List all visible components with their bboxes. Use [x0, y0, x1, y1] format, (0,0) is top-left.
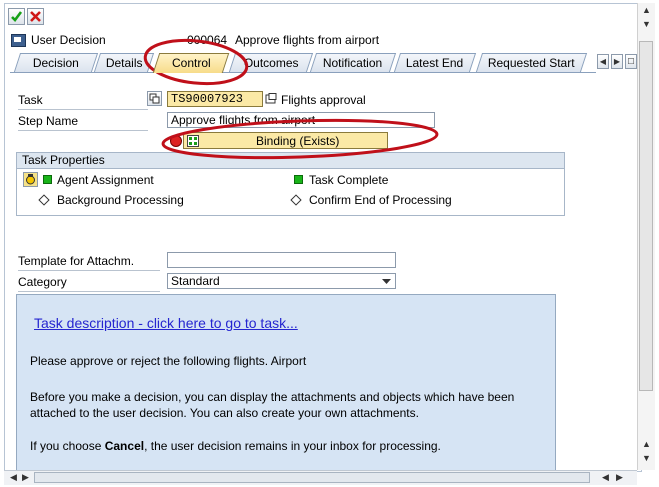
- description-text-1: Please approve or reject the following f…: [30, 354, 307, 368]
- vertical-scroll-thumb[interactable]: [639, 41, 653, 391]
- task-select-button[interactable]: [147, 91, 162, 106]
- background-processing-label: Background Processing: [57, 193, 184, 207]
- tab-decision[interactable]: Decision: [13, 53, 99, 72]
- task-id-field[interactable]: TS90007923: [167, 91, 263, 107]
- template-input[interactable]: [167, 252, 396, 268]
- task-complete-status-icon: [294, 175, 303, 184]
- step-type-label: User Decision: [31, 33, 106, 47]
- step-name-label: Step Name: [18, 114, 79, 128]
- tab-outcomes[interactable]: Outcomes: [228, 53, 314, 72]
- binding-button[interactable]: Binding (Exists): [183, 132, 388, 149]
- task-properties-title: Task Properties: [17, 153, 564, 169]
- task-display-icon[interactable]: [265, 93, 277, 105]
- tab-scroll-left-button[interactable]: ◀: [597, 54, 609, 69]
- category-value: Standard: [171, 274, 220, 288]
- template-label: Template for Attachm.: [18, 254, 135, 268]
- tab-scroll-right-button[interactable]: ▶: [611, 54, 623, 69]
- step-number: 000064: [187, 33, 228, 47]
- task-properties-group: Task Properties Agent Assignment Task Co…: [16, 152, 565, 216]
- agent-assignment-status-icon: [43, 175, 52, 184]
- confirm-end-label: Confirm End of Processing: [309, 193, 452, 207]
- binding-label: Binding (Exists): [256, 134, 340, 148]
- step-name-input[interactable]: Approve flights from airport: [167, 112, 435, 128]
- cancel-x-icon: [30, 11, 41, 22]
- category-label: Category: [18, 275, 67, 289]
- binding-table-icon: [187, 135, 199, 147]
- task-label-underline: [18, 109, 148, 110]
- category-underline: [18, 291, 160, 292]
- description-text-2b: attached to the user decision. You can a…: [30, 406, 419, 420]
- tab-details[interactable]: Details: [93, 53, 155, 72]
- category-select[interactable]: Standard: [167, 273, 396, 289]
- workflow-step-editor: User Decision 000064 Approve flights fro…: [4, 3, 642, 472]
- scroll-up-icon[interactable]: ▲: [642, 5, 651, 15]
- tab-baseline: [10, 72, 596, 73]
- cancel-button[interactable]: [27, 8, 44, 25]
- scroll-right-small-icon[interactable]: ▶: [22, 472, 29, 483]
- tab-latest-end[interactable]: Latest End: [393, 53, 477, 72]
- tab-list-button[interactable]: ☐: [625, 54, 637, 69]
- task-description-link[interactable]: Task description - click here to go to t…: [34, 315, 298, 331]
- step-name-underline: [18, 130, 148, 131]
- agent-assignment-button[interactable]: [23, 172, 38, 187]
- scroll-left-end-icon[interactable]: ◀: [602, 472, 609, 483]
- task-description: Flights approval: [281, 93, 366, 107]
- user-decision-icon: [11, 34, 26, 47]
- task-label: Task: [18, 93, 43, 107]
- agent-assignment-label: Agent Assignment: [57, 173, 154, 187]
- agent-icon: [26, 174, 35, 185]
- chevron-down-icon: [382, 279, 391, 284]
- task-description-panel: Task description - click here to go to t…: [16, 294, 556, 471]
- horizontal-scroll-thumb[interactable]: [34, 472, 590, 483]
- template-underline: [18, 270, 160, 271]
- confirm-end-icon: [290, 194, 302, 206]
- scroll-up-bottom-icon[interactable]: ▲: [642, 439, 651, 449]
- scroll-down-small-icon[interactable]: ▼: [642, 19, 651, 29]
- vertical-scrollbar[interactable]: ▲ ▼ ▲ ▼: [637, 3, 655, 470]
- checkmark-icon: [11, 11, 23, 22]
- tab-control[interactable]: Control: [152, 53, 230, 73]
- tab-notification[interactable]: Notification: [309, 53, 397, 72]
- step-title: Approve flights from airport: [235, 33, 380, 47]
- tab-requested-start[interactable]: Requested Start: [475, 53, 588, 72]
- task-complete-label: Task Complete: [309, 173, 389, 187]
- horizontal-scrollbar[interactable]: ◀ ▶ ◀ ▶: [4, 470, 637, 485]
- status-red-icon: [170, 135, 182, 147]
- description-text-3: If you choose Cancel, the user decision …: [30, 439, 441, 453]
- confirm-button[interactable]: [8, 8, 25, 25]
- description-text-2a: Before you make a decision, you can disp…: [30, 390, 515, 404]
- scroll-left-icon[interactable]: ◀: [10, 472, 17, 483]
- tab-strip: Decision Details Control Outcomes Notifi…: [10, 53, 640, 73]
- scroll-right-icon[interactable]: ▶: [616, 472, 623, 483]
- copy-icon: [149, 93, 160, 104]
- background-processing-icon: [38, 194, 50, 206]
- scroll-down-icon[interactable]: ▼: [642, 453, 651, 463]
